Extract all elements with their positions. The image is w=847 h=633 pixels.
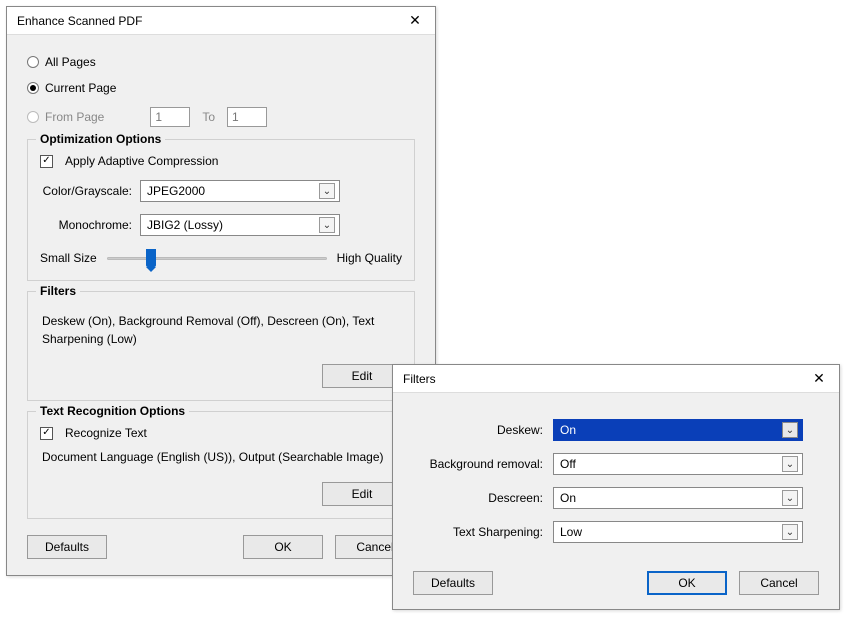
deskew-label: Deskew: — [413, 423, 543, 437]
filters-cancel-button[interactable]: Cancel — [739, 571, 819, 595]
text-recognition-title: Text Recognition Options — [36, 404, 189, 418]
apply-adaptive-checkbox[interactable]: ✓ — [40, 155, 53, 168]
optimization-options-group: Optimization Options ✓ Apply Adaptive Co… — [27, 139, 415, 281]
window-title: Enhance Scanned PDF — [17, 14, 142, 28]
filters-window-title: Filters — [403, 372, 436, 386]
deskew-combo[interactable]: On ⌄ — [553, 419, 803, 441]
descreen-combo[interactable]: On ⌄ — [553, 487, 803, 509]
radio-current-page-label: Current Page — [45, 81, 116, 95]
close-icon: ✕ — [813, 370, 825, 387]
filters-close-button[interactable]: ✕ — [799, 365, 839, 393]
color-grayscale-combo[interactable]: JPEG2000 ⌄ — [140, 180, 340, 202]
radio-all-pages-label: All Pages — [45, 55, 96, 69]
from-page-input[interactable] — [150, 107, 190, 127]
text-sharpening-combo[interactable]: Low ⌄ — [553, 521, 803, 543]
close-button[interactable]: ✕ — [395, 7, 435, 35]
chevron-down-icon: ⌄ — [319, 217, 335, 233]
radio-current-page[interactable] — [27, 82, 39, 94]
color-grayscale-value: JPEG2000 — [147, 184, 205, 198]
color-grayscale-label: Color/Grayscale: — [40, 184, 132, 198]
filters-ok-button[interactable]: OK — [647, 571, 727, 595]
filters-titlebar: Filters ✕ — [393, 365, 839, 393]
background-removal-label: Background removal: — [413, 457, 543, 471]
to-label: To — [202, 110, 215, 124]
optimization-title: Optimization Options — [36, 132, 165, 146]
text-sharpening-label: Text Sharpening: — [413, 525, 543, 539]
chevron-down-icon: ⌄ — [782, 524, 798, 540]
filters-summary-text: Deskew (On), Background Removal (Off), D… — [40, 306, 402, 364]
background-removal-combo[interactable]: Off ⌄ — [553, 453, 803, 475]
filters-defaults-button[interactable]: Defaults — [413, 571, 493, 595]
enhance-scanned-pdf-dialog: Enhance Scanned PDF ✕ All Pages Current … — [6, 6, 436, 576]
to-page-input[interactable] — [227, 107, 267, 127]
deskew-value: On — [560, 423, 576, 437]
background-removal-value: Off — [560, 457, 576, 471]
radio-from-page-label: From Page — [45, 110, 104, 124]
filters-edit-button[interactable]: Edit — [322, 364, 402, 388]
radio-from-page[interactable] — [27, 111, 39, 123]
text-recognition-edit-button[interactable]: Edit — [322, 482, 402, 506]
slider-thumb[interactable] — [146, 249, 156, 267]
chevron-down-icon: ⌄ — [782, 422, 798, 438]
slider-track-line — [107, 257, 327, 260]
descreen-value: On — [560, 491, 576, 505]
radio-all-pages[interactable] — [27, 56, 39, 68]
apply-adaptive-label: Apply Adaptive Compression — [65, 154, 218, 168]
quality-slider[interactable] — [107, 248, 327, 268]
chevron-down-icon: ⌄ — [782, 490, 798, 506]
chevron-down-icon: ⌄ — [782, 456, 798, 472]
text-recognition-group: Text Recognition Options ✓ Recognize Tex… — [27, 411, 415, 519]
recognize-text-checkbox[interactable]: ✓ — [40, 427, 53, 440]
text-recognition-summary: Document Language (English (US)), Output… — [40, 448, 402, 482]
text-sharpening-value: Low — [560, 525, 582, 539]
monochrome-label: Monochrome: — [40, 218, 132, 232]
monochrome-combo[interactable]: JBIG2 (Lossy) ⌄ — [140, 214, 340, 236]
chevron-down-icon: ⌄ — [319, 183, 335, 199]
filters-dialog: Filters ✕ Deskew: On ⌄ Background remova… — [392, 364, 840, 610]
ok-button[interactable]: OK — [243, 535, 323, 559]
descreen-label: Descreen: — [413, 491, 543, 505]
small-size-label: Small Size — [40, 251, 97, 265]
high-quality-label: High Quality — [337, 251, 402, 265]
titlebar: Enhance Scanned PDF ✕ — [7, 7, 435, 35]
filters-summary-title: Filters — [36, 284, 80, 298]
filters-summary-group: Filters Deskew (On), Background Removal … — [27, 291, 415, 401]
defaults-button[interactable]: Defaults — [27, 535, 107, 559]
close-icon: ✕ — [409, 12, 421, 29]
recognize-text-label: Recognize Text — [65, 426, 147, 440]
monochrome-value: JBIG2 (Lossy) — [147, 218, 223, 232]
